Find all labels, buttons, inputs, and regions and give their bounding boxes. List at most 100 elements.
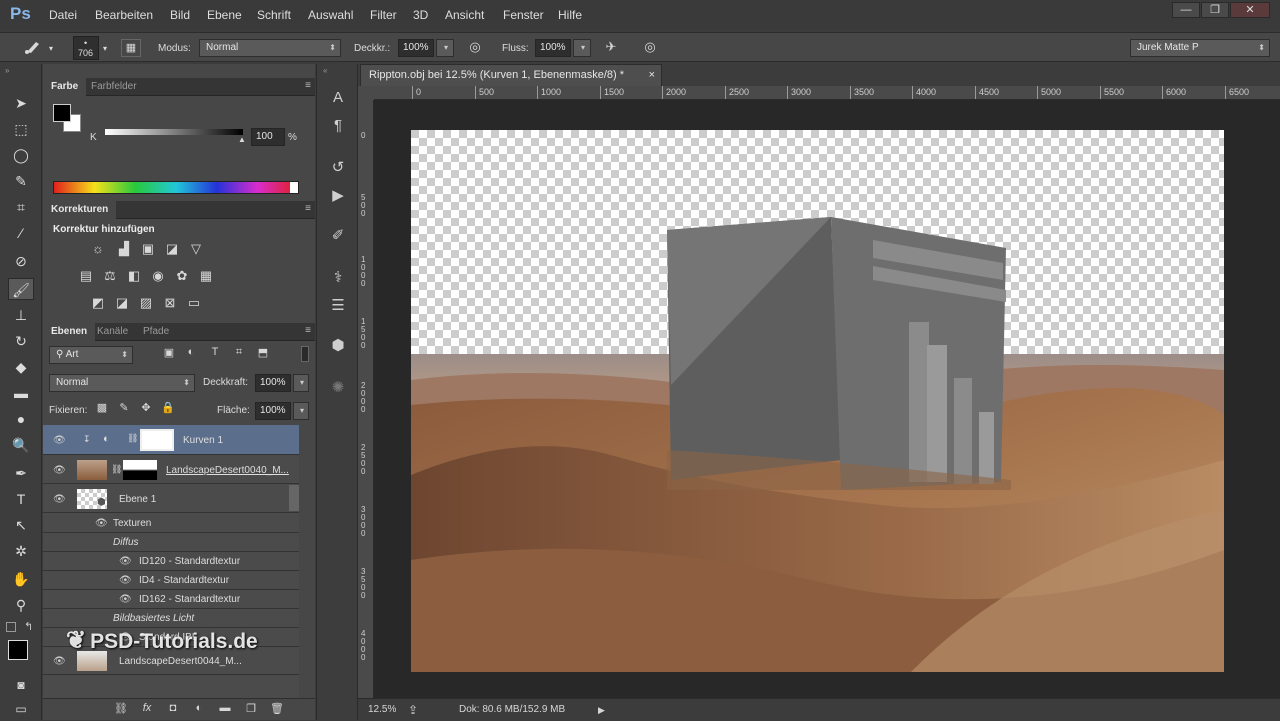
flow-input[interactable]: 100% [535,39,571,57]
trash-icon[interactable]: 🗑 [269,702,285,715]
brush-panel-icon[interactable]: ⚕ [325,266,351,290]
visibility-eye-icon[interactable]: 👁 [53,494,66,505]
zoom-tool-icon[interactable]: ⚲ [8,594,34,616]
menu-ebene[interactable]: Ebene [207,8,242,22]
layer-row-texturen[interactable]: 👁 Texturen [43,514,299,533]
collapse-icon[interactable]: » [5,66,9,75]
brush-tool-icon[interactable]: 🖌 [8,278,34,300]
blur-tool-icon[interactable]: ● [8,408,34,430]
lock-pixels-icon[interactable]: ✎ [117,401,131,414]
dodge-tool-icon[interactable]: 🔍 [8,434,34,456]
color-balance-adjust-icon[interactable]: ⚖ [101,268,119,284]
layer-row-id162[interactable]: 👁 ID162 - Standardtextur [43,590,299,609]
add-mask-icon[interactable]: ◘ [165,702,181,714]
new-layer-icon[interactable]: ❐ [243,702,259,715]
panel-menu-icon[interactable]: ≡ [305,80,311,91]
layer-name[interactable]: ID120 - Standardtextur [139,556,240,567]
layer-row-id120[interactable]: 👁 ID120 - Standardtextur [43,552,299,571]
lasso-tool-icon[interactable]: ◯ [8,144,34,166]
tab-korrekturen[interactable]: Korrekturen [43,201,117,219]
eyedropper-tool-icon[interactable]: ⁄ [8,222,34,244]
new-adjustment-icon[interactable]: ◐ [191,702,207,714]
stamp-tool-icon[interactable]: ⊥ [8,304,34,326]
brightness-adjust-icon[interactable]: ☼ [89,241,107,256]
quick-select-tool-icon[interactable]: ✎ [8,170,34,192]
posterize-adjust-icon[interactable]: ◪ [113,295,131,311]
vertical-ruler[interactable]: 0 5 0 0 1 0 0 0 1 5 0 0 2 0 0 0 2 5 0 0 … [358,100,374,698]
chain-link-icon[interactable]: ⛓ [127,433,138,444]
visibility-eye-icon[interactable]: 👁 [53,435,66,446]
marquee-tool-icon[interactable]: ⬚ [8,118,34,140]
layer-mask-thumb[interactable] [123,460,157,480]
foreground-color-swatch[interactable] [8,640,28,660]
default-colors-icon[interactable] [6,622,16,632]
invert-adjust-icon[interactable]: ◩ [89,295,107,311]
vibrance-adjust-icon[interactable]: ▽ [187,241,205,257]
status-menu-arrow-icon[interactable]: ▶ [598,699,605,721]
layer-filter-select[interactable]: ⚲ Art ⬍ [49,346,133,364]
menu-3d[interactable]: 3D [413,8,428,22]
tab-farbfelder[interactable]: Farbfelder [83,78,145,96]
layer-row-diffus[interactable]: Diffus [43,533,299,552]
layer-row-landscape-40[interactable]: 👁 ⛓ LandscapeDesert0040_M... [43,456,299,484]
levels-adjust-icon[interactable]: ▟ [115,241,133,257]
menu-datei[interactable]: Datei [49,8,77,22]
lock-transparent-icon[interactable]: ▩ [95,401,109,414]
menu-auswahl[interactable]: Auswahl [308,8,353,22]
layer-name[interactable]: LandscapeDesert0040_M... [166,465,289,476]
color-lookup-adjust-icon[interactable]: ▦ [197,268,215,284]
mode-select[interactable]: Normal ⬍ [199,39,341,57]
brush-preset-icon[interactable] [22,39,44,58]
channel-mixer-adjust-icon[interactable]: ✿ [173,268,191,284]
visibility-eye-icon[interactable]: 👁 [119,575,132,586]
airbrush-icon[interactable]: ✈ [601,39,621,55]
actions-panel-icon[interactable]: ▶ [325,184,351,208]
layer-opacity-input[interactable]: 100% [255,374,291,392]
selective-color-adjust-icon[interactable]: ⊠ [161,295,179,311]
scrollbar-thumb[interactable] [289,485,299,511]
3d-panel-icon[interactable]: ⬢ [325,334,351,358]
workspace-select[interactable]: Jurek Matte P ⬍ [1130,39,1270,57]
brush-presets-panel-icon[interactable]: ✐ [325,224,351,248]
layer-row-id4[interactable]: 👁 ID4 - Standardtextur [43,571,299,590]
slider-handle-icon[interactable]: ▲ [238,135,246,144]
menu-bild[interactable]: Bild [170,8,190,22]
brush-panel-icon[interactable]: ▦ [121,39,141,57]
close-document-icon[interactable]: × [649,65,655,85]
hand-tool-icon[interactable]: ✋ [8,568,34,590]
layer-row-kurven[interactable]: 👁 ↧ ◐ ⛓ Kurven 1 [43,425,299,455]
curves-adjust-icon[interactable]: ▣ [139,241,157,257]
color-spectrum-bar[interactable] [53,181,299,194]
layer-opacity-dropdown[interactable]: ▾ [293,374,309,392]
crop-tool-icon[interactable]: ⌗ [8,196,34,218]
layer-name[interactable]: Ebene 1 [119,494,156,505]
blend-mode-select[interactable]: Normal ⬍ [49,374,195,392]
restore-button[interactable]: ❐ [1201,2,1229,18]
screen-mode-icon[interactable]: ▭ [8,698,34,720]
history-brush-tool-icon[interactable]: ↻ [8,330,34,352]
share-icon[interactable]: ⇪ [408,699,418,721]
layer-name[interactable]: ID4 - Standardtextur [139,575,229,586]
tab-ebenen[interactable]: Ebenen [43,323,96,341]
new-group-icon[interactable]: ▬ [217,702,233,714]
flow-dropdown[interactable]: ▾ [573,39,591,57]
layer-mask-thumb[interactable] [140,429,174,451]
lock-all-icon[interactable]: 🔒 [161,401,175,414]
document-tab[interactable]: Rippton.obj bei 12.5% (Kurven 1, Ebenenm… [360,64,662,86]
chevron-down-icon[interactable]: ▾ [103,44,107,53]
minimize-button[interactable]: — [1172,2,1200,18]
type-tool-icon[interactable]: T [8,488,34,510]
link-layers-icon[interactable]: ⛓ [113,702,129,715]
properties-panel-icon[interactable]: ☰ [325,294,351,318]
photo-filter-adjust-icon[interactable]: ◉ [149,268,167,284]
filter-toggle[interactable] [301,346,309,362]
visibility-eye-icon[interactable]: 👁 [53,465,66,476]
tab-farbe[interactable]: Farbe [43,78,87,96]
menu-filter[interactable]: Filter [370,8,397,22]
filter-shape-icon[interactable]: ⌗ [231,346,247,359]
chain-link-icon[interactable]: ⛓ [111,464,122,475]
layer-name[interactable]: Kurven 1 [183,435,223,446]
tab-pfade[interactable]: Pfade [135,323,177,341]
gradient-tool-icon[interactable]: ▬ [8,382,34,404]
quick-mask-icon[interactable]: ◙ [8,674,34,696]
